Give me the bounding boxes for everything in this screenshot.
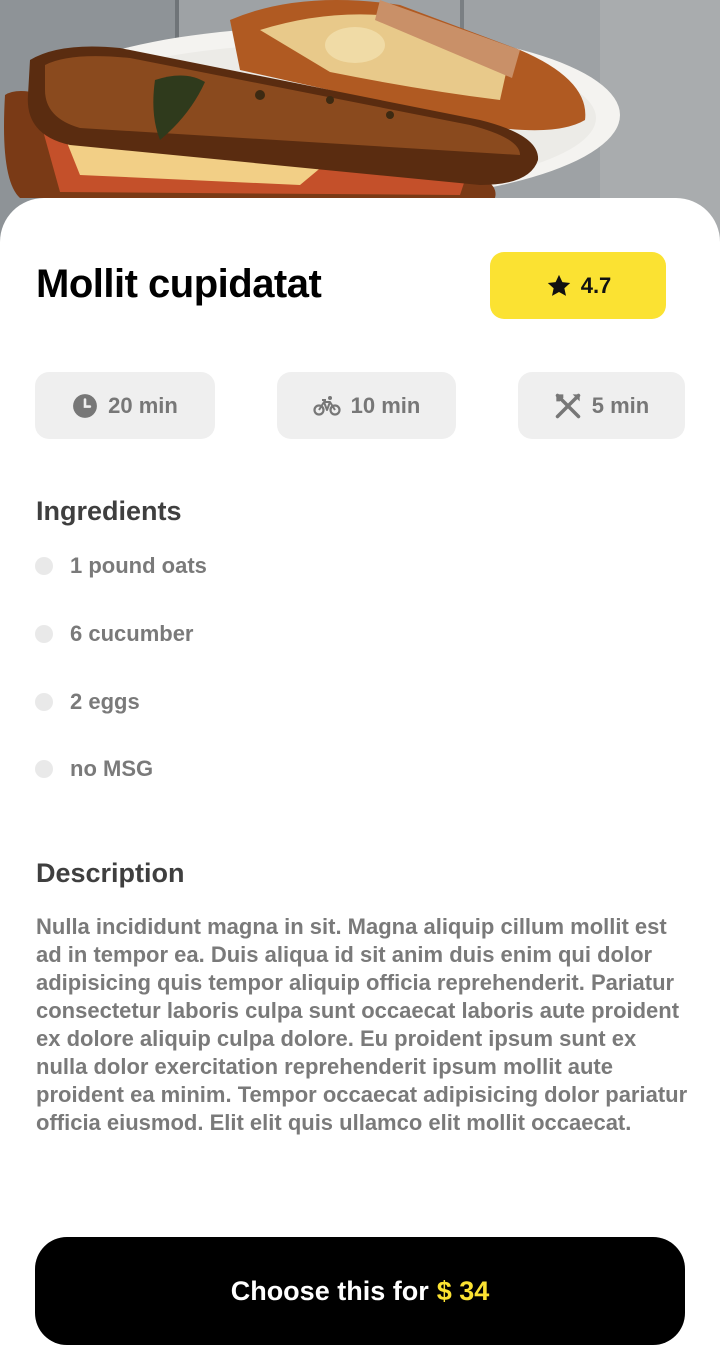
ingredient-label: 6 cucumber <box>70 621 194 646</box>
bicycle-icon <box>313 395 341 416</box>
ingredient-check[interactable] <box>35 693 53 711</box>
description-text: Nulla incididunt magna in sit. Magna ali… <box>36 914 688 1135</box>
prep-time-chip: 20 min <box>35 372 215 439</box>
ingredient-check[interactable] <box>35 625 53 643</box>
rating-value: 4.7 <box>580 272 612 298</box>
ingredient-check[interactable] <box>35 760 53 778</box>
ingredient-item[interactable]: 2 eggs <box>35 684 140 720</box>
price-value: $ 34 <box>436 1275 490 1306</box>
choose-button-label: Choose this for <box>230 1275 429 1306</box>
rating-badge: 4.7 <box>490 252 666 319</box>
choose-button[interactable]: Choose this for $ 34 <box>35 1237 685 1345</box>
prep-time-label: 20 min <box>108 392 178 418</box>
ingredient-label: 2 eggs <box>70 689 140 714</box>
clock-icon <box>73 393 98 418</box>
cook-time-label: 5 min <box>591 392 650 418</box>
ingredient-label: 1 pound oats <box>70 553 207 578</box>
utensils-icon <box>555 393 581 418</box>
delivery-time-label: 10 min <box>350 392 421 418</box>
ingredient-item[interactable]: 6 cucumber <box>35 616 194 652</box>
ingredient-item[interactable]: 1 pound oats <box>35 548 207 584</box>
description-heading: Description <box>36 858 185 888</box>
ingredient-check[interactable] <box>35 557 53 575</box>
recipe-title: Mollit cupidatat <box>36 262 322 306</box>
cook-time-chip: 5 min <box>518 372 685 439</box>
delivery-time-chip: 10 min <box>277 372 456 439</box>
ingredient-label: no MSG <box>70 756 154 781</box>
ingredients-heading: Ingredients <box>36 496 182 526</box>
ingredient-item[interactable]: no MSG <box>35 751 153 787</box>
star-icon <box>547 274 570 296</box>
